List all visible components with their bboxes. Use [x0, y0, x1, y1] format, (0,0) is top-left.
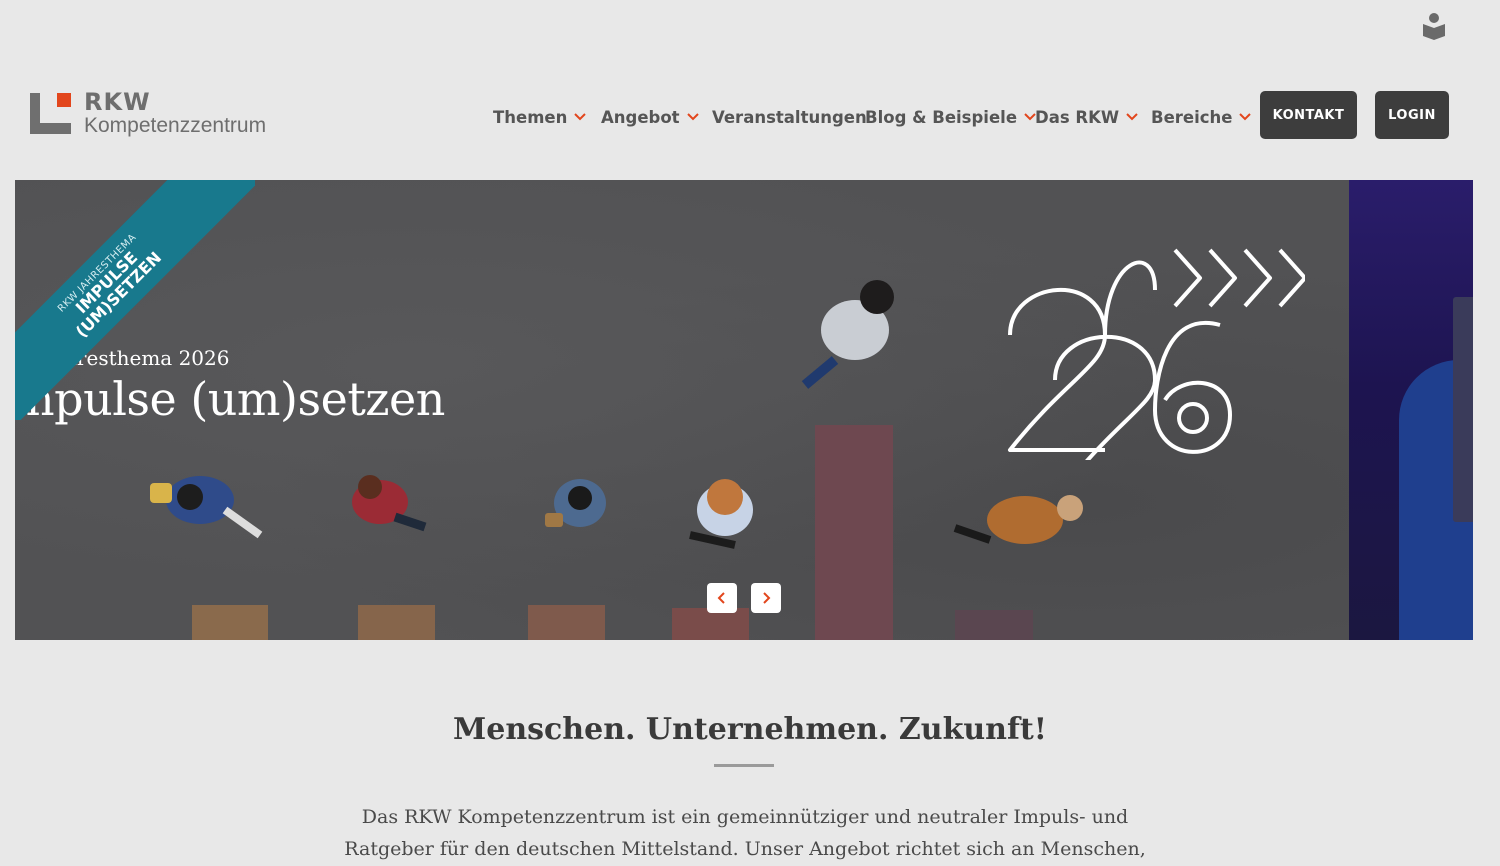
logo-subtitle: Kompetenzzentrum [84, 114, 267, 137]
intro-heading: Menschen. Unternehmen. Zukunft! [453, 712, 1047, 747]
slider-prev-button[interactable] [707, 583, 737, 613]
person-illustration [352, 475, 427, 532]
hero-slider: / Jahresthema 2026 mpulse (um)setzen RKW… [15, 180, 1473, 640]
chart-bar-decoration [815, 425, 893, 640]
chevron-left-icon [717, 592, 725, 604]
login-button[interactable]: LOGIN [1375, 91, 1449, 139]
hero-slide-image: / Jahresthema 2026 mpulse (um)setzen RKW… [15, 180, 1349, 640]
nav-item-blog-beispiele[interactable]: Blog & Beispiele [865, 104, 1036, 130]
site-logo[interactable]: RKW Kompetenzzentrum [30, 90, 266, 136]
nav-item-label: Veranstaltungen [712, 107, 867, 127]
chevron-down-icon [574, 113, 587, 121]
person-illustration [150, 476, 263, 539]
chart-bar-decoration [358, 605, 435, 640]
logo-mark [30, 92, 71, 134]
nav-item-label: Angebot [601, 107, 680, 127]
next-slide-panel [1453, 297, 1473, 522]
nav-item-das-rkw[interactable]: Das RKW [1035, 104, 1138, 130]
person-illustration [953, 495, 1083, 544]
year-2026-graphic [1008, 248, 1305, 460]
nav-item-themen[interactable]: Themen [493, 104, 587, 130]
slider-next-button[interactable] [751, 583, 781, 613]
nav-item-angebot[interactable]: Angebot [601, 104, 699, 130]
chevron-down-icon [1239, 113, 1252, 121]
next-slide-preview [1349, 180, 1473, 640]
contact-button[interactable]: KONTAKT [1260, 91, 1357, 139]
nav-item-bereiche[interactable]: Bereiche [1151, 104, 1252, 130]
chevron-right-icon [763, 592, 771, 604]
intro-paragraph: Das RKW Kompetenzzentrum ist ein gemeinn… [344, 806, 1146, 860]
person-illustration [545, 479, 606, 527]
heading-divider [714, 764, 774, 767]
nav-item-label: Blog & Beispiele [865, 107, 1018, 127]
accessibility-reader-icon[interactable] [1422, 12, 1446, 40]
chevron-down-icon [1126, 113, 1138, 121]
annual-theme-ribbon: RKW JAHRESTHEMA IMPULSE (UM)SETZEN [15, 180, 255, 420]
chevron-down-icon [686, 113, 699, 121]
chart-bar-decoration [528, 605, 605, 640]
person-illustration [689, 479, 753, 549]
chart-bar-decoration [955, 610, 1033, 640]
person-illustration [801, 280, 894, 389]
nav-item-label: Das RKW [1035, 107, 1120, 127]
logo-brand: RKW [84, 88, 151, 116]
chart-bar-decoration [192, 605, 268, 640]
nav-item-veranstaltungen[interactable]: Veranstaltungen [712, 104, 867, 130]
nav-item-label: Bereiche [1151, 107, 1233, 127]
nav-item-label: Themen [493, 107, 568, 127]
